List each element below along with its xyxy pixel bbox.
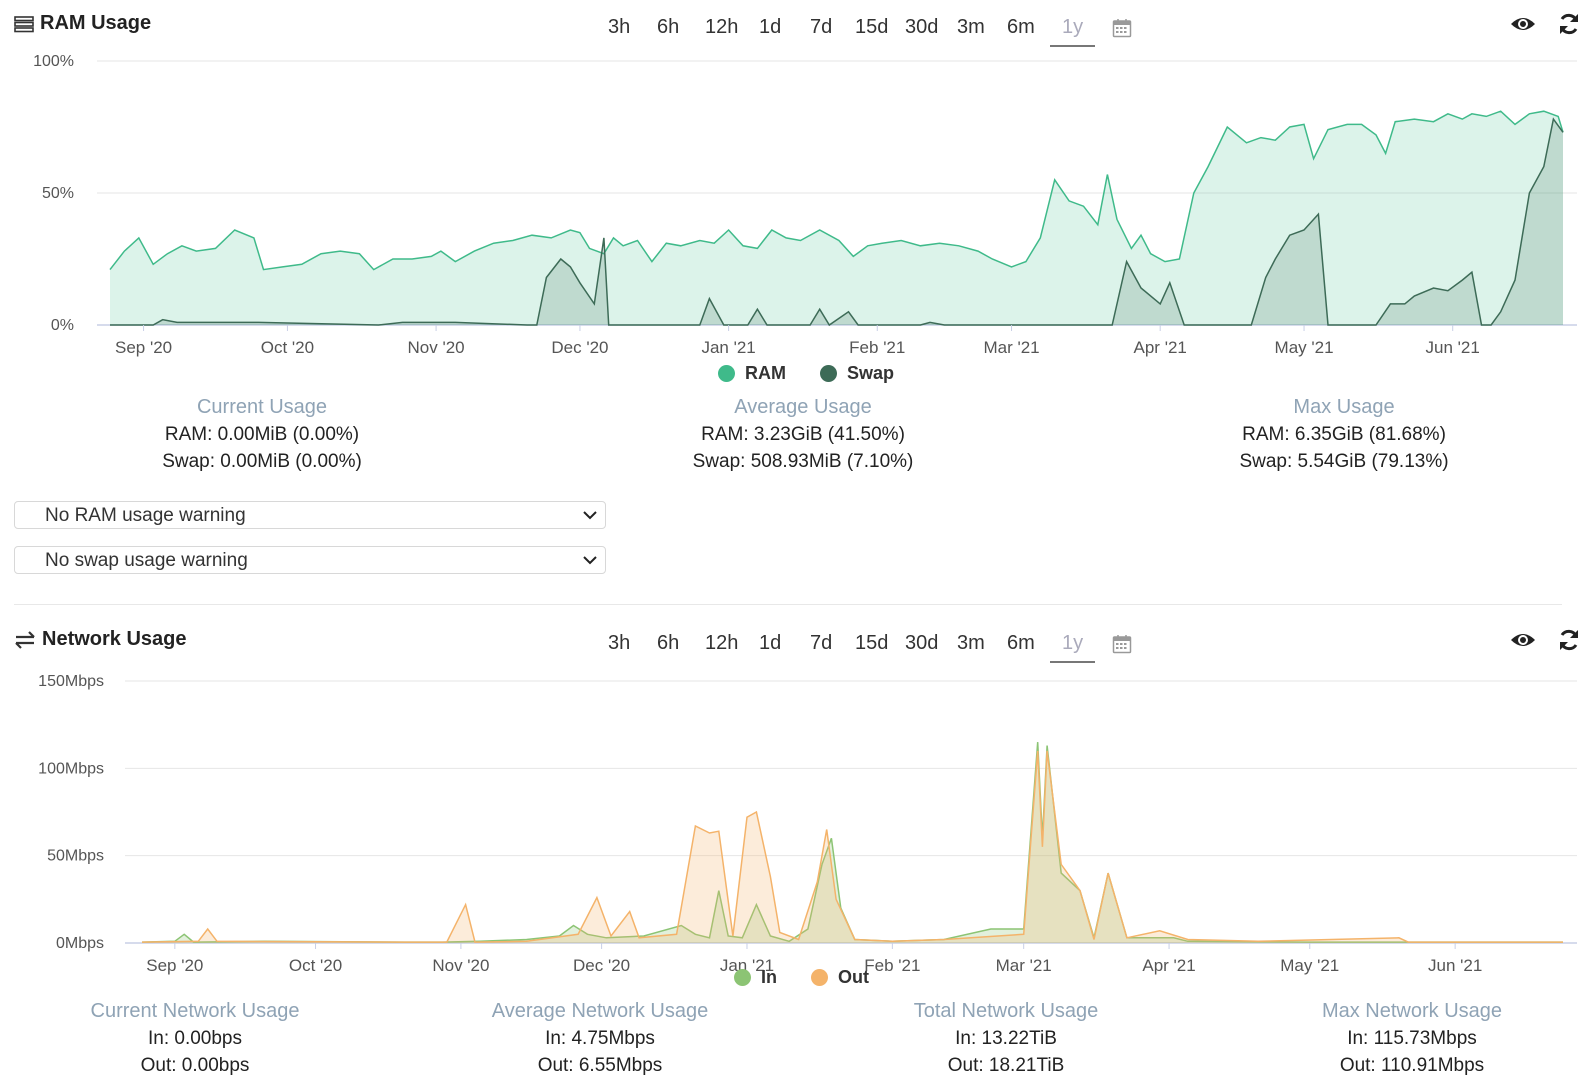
ram-range-6m[interactable]: 6m bbox=[1007, 16, 1035, 39]
stat-swap-line: Swap: 5.54GiB (79.13%) bbox=[1239, 451, 1449, 472]
legend-item-out[interactable]: Out bbox=[811, 967, 869, 988]
network-panel: Network Usage 3h 6h 12h 1d 7d 15d 30d 3m… bbox=[0, 616, 1594, 1091]
chevron-down-icon bbox=[583, 556, 597, 565]
x-tick-label: Dec '20 bbox=[551, 338, 608, 357]
ram-range-3h[interactable]: 3h bbox=[608, 16, 630, 39]
out-legend-dot bbox=[811, 969, 828, 986]
section-divider bbox=[14, 604, 1562, 605]
series-area-out bbox=[142, 750, 1563, 943]
stat-header: Max Network Usage bbox=[1321, 1000, 1503, 1022]
swap-warning-select[interactable]: No swap usage warning bbox=[14, 546, 606, 574]
ram-legend-dot bbox=[718, 365, 735, 382]
stat-in-line: In: 4.75Mbps bbox=[545, 1028, 655, 1049]
stat-header: Average Network Usage bbox=[491, 1000, 709, 1022]
legend-label-swap: Swap bbox=[847, 363, 895, 383]
ram-stat-average: Average Usage RAM: 3.23GiB (41.50%) Swap… bbox=[653, 394, 953, 475]
y-tick-label: 50% bbox=[42, 185, 74, 202]
y-tick-label: 50Mbps bbox=[47, 848, 104, 865]
stat-in-line: In: 0.00bps bbox=[147, 1028, 243, 1049]
x-tick-label: Apr '21 bbox=[1134, 338, 1187, 357]
legend-label-in: In bbox=[761, 967, 777, 987]
x-tick-label: Mar '21 bbox=[996, 956, 1052, 975]
y-tick-label: 0% bbox=[51, 317, 74, 334]
y-tick-label: 0Mbps bbox=[56, 935, 104, 952]
y-tick-label: 100% bbox=[33, 53, 74, 70]
network-chart: 0Mbps 50Mbps 100Mbps 150Mbps Sep '20 Oct '20 N… bbox=[38, 673, 1577, 975]
network-legend: In Out bbox=[734, 967, 869, 988]
stat-out-line: Out: 18.21TiB bbox=[947, 1055, 1065, 1076]
y-tick-label: 100Mbps bbox=[38, 760, 104, 777]
ram-panel: RAM Usage 3h 6h 12h 1d 7d 15d 30d 3m 6m … bbox=[0, 0, 1594, 590]
eye-icon[interactable] bbox=[1510, 14, 1536, 39]
in-legend-dot bbox=[734, 969, 751, 986]
series-area-ram bbox=[110, 111, 1563, 325]
x-tick-label: Nov '20 bbox=[408, 338, 465, 357]
stat-header: Max Usage bbox=[1293, 396, 1395, 418]
series-line-out bbox=[141, 750, 1563, 943]
x-tick-label: Oct '20 bbox=[289, 956, 342, 975]
x-tick-label: Dec '20 bbox=[573, 956, 630, 975]
x-tick-label: Jun '21 bbox=[1426, 338, 1480, 357]
stat-swap-line: Swap: 508.93MiB (7.10%) bbox=[692, 451, 914, 472]
x-tick-label: Jan '21 bbox=[701, 338, 755, 357]
ram-range-12h[interactable]: 12h bbox=[705, 16, 738, 39]
ram-warning-value: No RAM usage warning bbox=[45, 505, 246, 526]
series-line-in bbox=[141, 742, 1563, 943]
ram-range-6h[interactable]: 6h bbox=[657, 16, 679, 39]
net-stat-max: Max Network Usage In: 115.73Mbps Out: 11… bbox=[1262, 998, 1562, 1079]
x-tick-label: Feb '21 bbox=[849, 338, 905, 357]
legend-label-ram: RAM bbox=[745, 363, 786, 383]
series-area-in bbox=[142, 742, 1563, 943]
ram-range-15d[interactable]: 15d bbox=[855, 16, 888, 39]
net-stat-average: Average Network Usage In: 4.75Mbps Out: … bbox=[450, 998, 750, 1079]
legend-item-swap[interactable]: Swap bbox=[820, 363, 894, 384]
stat-header: Total Network Usage bbox=[913, 1000, 1099, 1022]
legend-label-out: Out bbox=[838, 967, 869, 987]
refresh-icon[interactable] bbox=[1557, 12, 1581, 41]
ram-range-1y[interactable]: 1y bbox=[1049, 16, 1096, 47]
chevron-down-icon bbox=[583, 511, 597, 520]
x-tick-label: Apr '21 bbox=[1142, 956, 1195, 975]
stat-in-line: In: 115.73Mbps bbox=[1347, 1028, 1477, 1049]
x-tick-label: Sep '20 bbox=[115, 338, 172, 357]
y-tick-label: 150Mbps bbox=[38, 673, 104, 690]
ram-warning-select[interactable]: No RAM usage warning bbox=[14, 501, 606, 529]
net-stat-total: Total Network Usage In: 13.22TiB Out: 18… bbox=[856, 998, 1156, 1079]
x-tick-label: Jun '21 bbox=[1428, 956, 1482, 975]
swap-warning-value: No swap usage warning bbox=[45, 550, 248, 571]
ram-stat-current: Current Usage RAM: 0.00MiB (0.00%) Swap:… bbox=[112, 394, 412, 475]
ram-range-7d[interactable]: 7d bbox=[810, 16, 832, 39]
stat-header: Current Usage bbox=[196, 396, 328, 418]
legend-item-ram[interactable]: RAM bbox=[718, 363, 786, 384]
calendar-icon[interactable] bbox=[1112, 18, 1132, 43]
ram-range-3m[interactable]: 3m bbox=[957, 16, 985, 39]
stat-header: Average Usage bbox=[734, 396, 872, 418]
stat-out-line: Out: 110.91Mbps bbox=[1339, 1055, 1485, 1076]
stat-swap-line: Swap: 0.00MiB (0.00%) bbox=[162, 451, 362, 472]
ram-range-30d[interactable]: 30d bbox=[905, 16, 938, 39]
ram-stat-max: Max Usage RAM: 6.35GiB (81.68%) Swap: 5.… bbox=[1194, 394, 1494, 475]
net-stat-current: Current Network Usage In: 0.00bps Out: 0… bbox=[45, 998, 345, 1079]
stat-ram-line: RAM: 6.35GiB (81.68%) bbox=[1242, 424, 1446, 445]
stat-ram-line: RAM: 0.00MiB (0.00%) bbox=[164, 424, 360, 445]
stat-in-line: In: 13.22TiB bbox=[955, 1028, 1057, 1049]
legend-item-in[interactable]: In bbox=[734, 967, 777, 988]
x-tick-label: Sep '20 bbox=[146, 956, 203, 975]
stat-ram-line: RAM: 3.23GiB (41.50%) bbox=[701, 424, 905, 445]
x-tick-label: Feb '21 bbox=[864, 956, 920, 975]
x-tick-label: Oct '20 bbox=[261, 338, 314, 357]
ram-chart: 0% 50% 100% Sep '20 Oct '20 Nov '20 Dec '20 Jan… bbox=[33, 53, 1577, 357]
swap-legend-dot bbox=[820, 365, 837, 382]
stat-out-line: Out: 6.55Mbps bbox=[537, 1055, 663, 1076]
x-tick-label: May '21 bbox=[1280, 956, 1339, 975]
stat-out-line: Out: 0.00bps bbox=[140, 1055, 250, 1076]
ram-legend: RAM Swap bbox=[718, 363, 894, 384]
x-tick-label: May '21 bbox=[1275, 338, 1334, 357]
x-tick-label: Nov '20 bbox=[432, 956, 489, 975]
ram-range-1d[interactable]: 1d bbox=[759, 16, 781, 39]
ram-range-selector: 3h 6h 12h 1d 7d 15d 30d 3m 6m 1y bbox=[0, 16, 1594, 47]
stat-header: Current Network Usage bbox=[90, 1000, 300, 1022]
x-tick-label: Mar '21 bbox=[983, 338, 1039, 357]
